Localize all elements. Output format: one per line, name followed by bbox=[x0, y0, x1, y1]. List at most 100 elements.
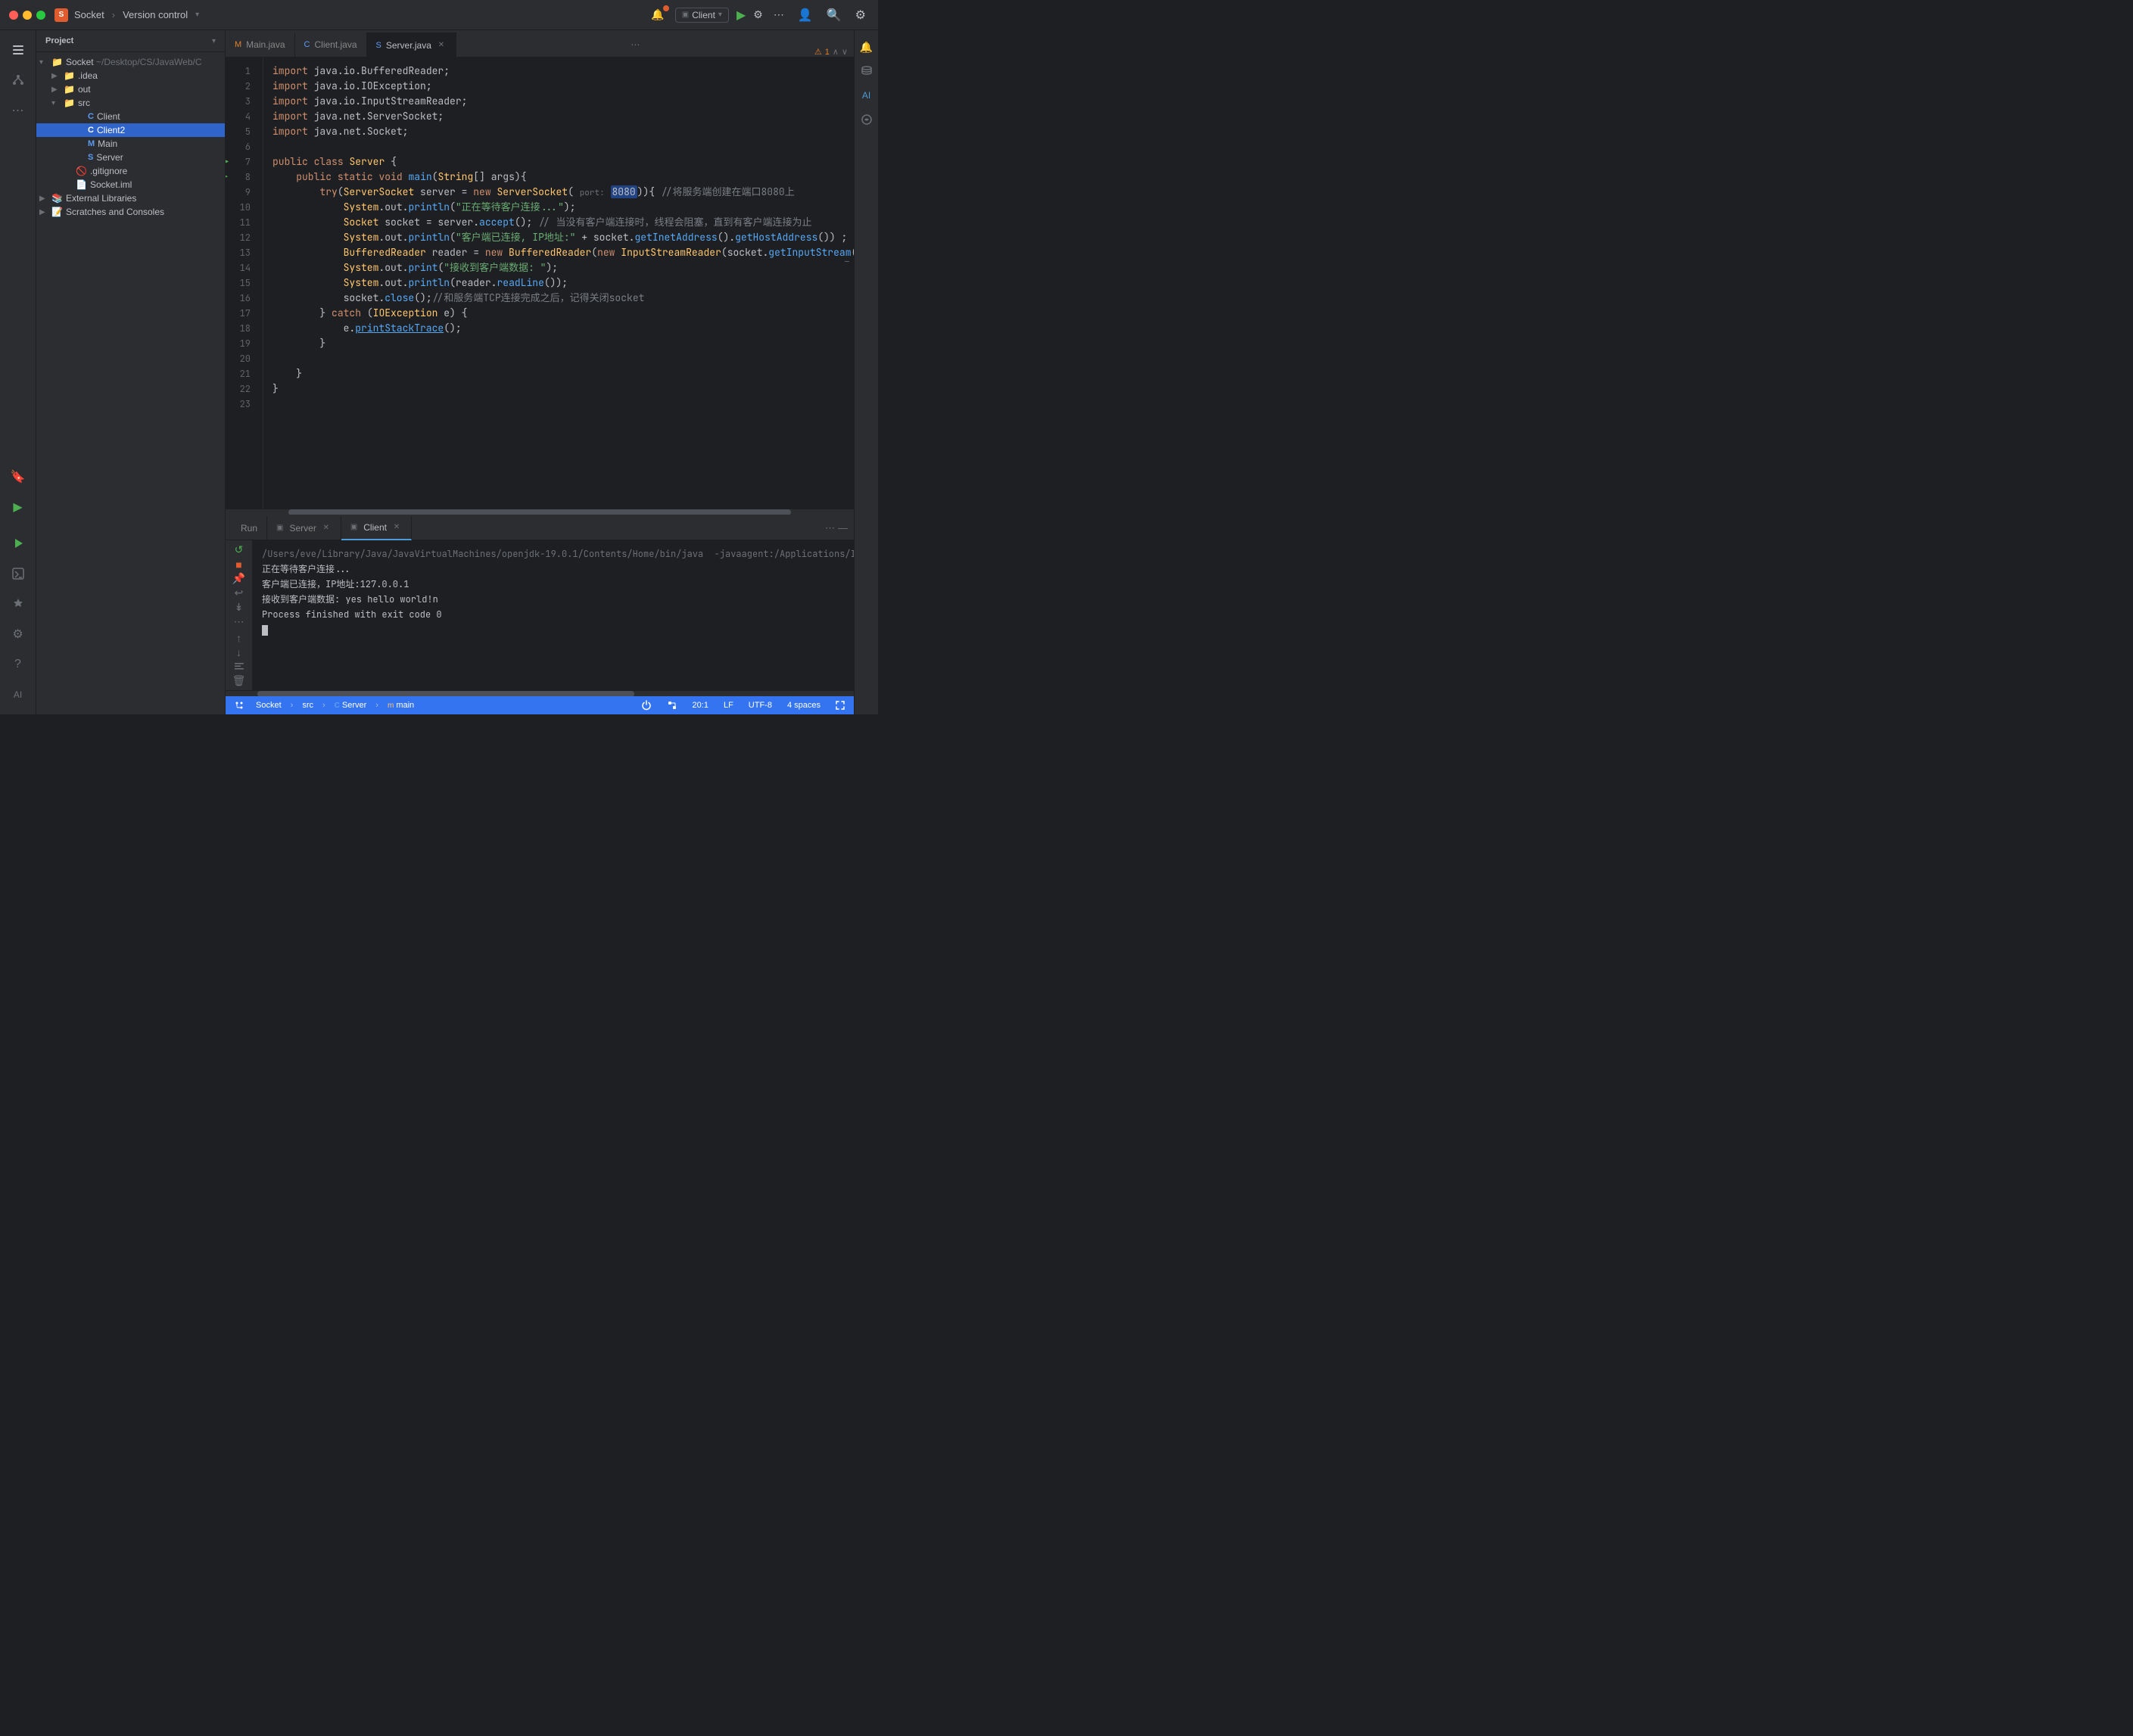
code-line-13: BufferedReader reader = new BufferedRead… bbox=[272, 245, 845, 260]
bottom-horizontal-scrollbar[interactable] bbox=[226, 690, 854, 696]
copilot-icon[interactable] bbox=[856, 109, 877, 130]
line-num-11: 11 bbox=[226, 215, 257, 230]
more-options-icon[interactable]: ⋯ bbox=[771, 7, 787, 23]
tab-server[interactable]: S Server.java ✕ bbox=[367, 33, 456, 57]
tree-item-gitignore[interactable]: 🚫 .gitignore bbox=[36, 164, 225, 178]
status-sep1: › bbox=[291, 701, 294, 710]
debug-button[interactable]: ⚙ bbox=[753, 8, 763, 21]
bottom-tab-server[interactable]: ▣ Server ✕ bbox=[267, 516, 341, 540]
terminal-icon[interactable] bbox=[5, 560, 32, 587]
scroll-up-button[interactable]: ↑ bbox=[229, 631, 250, 644]
tree-item-src[interactable]: ▾ 📁 src bbox=[36, 96, 225, 110]
tab-client-label: Client.java bbox=[314, 39, 357, 50]
restore-button[interactable]: ↩ bbox=[229, 586, 250, 599]
run-configuration[interactable]: ▣ Client ▾ bbox=[675, 8, 729, 23]
code-editor[interactable]: 1 2 3 4 5 6 7 ▶ 8 ▶ 9 10 11 bbox=[226, 58, 854, 509]
scroll-down-button[interactable]: ↓ bbox=[229, 646, 250, 658]
run-more-button[interactable]: ⋯ bbox=[229, 615, 250, 628]
maximize-button[interactable] bbox=[36, 11, 45, 20]
bottom-collapse-icon[interactable]: — bbox=[838, 522, 848, 534]
code-line-9: try(ServerSocket server = new ServerSock… bbox=[272, 185, 845, 200]
line-num-22: 22 bbox=[226, 381, 257, 397]
tab-main[interactable]: M Main.java bbox=[226, 33, 295, 57]
rerun-button[interactable]: ↺ bbox=[229, 543, 250, 556]
status-server-class[interactable]: C Server bbox=[332, 701, 370, 710]
status-git-icon[interactable] bbox=[232, 701, 247, 710]
stop-button[interactable]: ■ bbox=[229, 558, 250, 571]
tree-item-socketiml[interactable]: 📄 Socket.iml bbox=[36, 178, 225, 191]
line-num-16: 16 bbox=[226, 291, 257, 306]
line-num-4: 4 bbox=[226, 109, 257, 124]
fold-icon[interactable]: — bbox=[845, 254, 849, 269]
minimize-button[interactable] bbox=[23, 11, 32, 20]
project-name[interactable]: Socket bbox=[74, 9, 104, 20]
status-vcs-icon[interactable] bbox=[664, 700, 680, 711]
tree-label-client2: Client2 bbox=[97, 125, 125, 135]
tree-item-idea[interactable]: ▶ 📁 .idea bbox=[36, 69, 225, 82]
align-indent-button[interactable] bbox=[229, 660, 250, 673]
pin-tab-button[interactable]: 📌 bbox=[229, 572, 250, 585]
help-icon[interactable]: ? bbox=[5, 651, 32, 678]
bookmarks-icon[interactable]: 🔖 bbox=[5, 463, 32, 490]
notifications-panel-icon[interactable]: 🔔 bbox=[856, 36, 877, 58]
run-output[interactable]: /Users/eve/Library/Java/JavaVirtualMachi… bbox=[253, 540, 854, 690]
settings-icon[interactable]: ⚙ bbox=[852, 6, 869, 24]
notifications-icon[interactable]: 🔔 bbox=[648, 7, 667, 23]
bottom-tab-client[interactable]: ▣ Client ✕ bbox=[341, 516, 412, 540]
status-main-fn[interactable]: m main bbox=[385, 701, 417, 710]
account-icon[interactable]: 👤 bbox=[795, 6, 816, 24]
editor-horizontal-scrollbar[interactable] bbox=[226, 509, 854, 515]
tree-item-extlibs[interactable]: ▶ 📚 External Libraries bbox=[36, 191, 225, 205]
tree-item-scratches[interactable]: ▶ 📝 Scratches and Consoles bbox=[36, 205, 225, 219]
tabs-more-icon[interactable]: ⋯ bbox=[624, 33, 646, 57]
status-power-icon[interactable] bbox=[638, 700, 655, 711]
status-src[interactable]: src bbox=[299, 701, 316, 710]
bottom-tabs-bar: Run ▣ Server ✕ ▣ Client ✕ ⋯ — bbox=[226, 516, 854, 540]
search-icon[interactable]: 🔍 bbox=[824, 6, 845, 24]
server-tab-indicator: ▣ bbox=[276, 524, 283, 532]
run-dot-icon: ▶ bbox=[226, 170, 228, 185]
clear-button[interactable]: 🗑 bbox=[229, 674, 250, 687]
tab-main-label: Main.java bbox=[246, 39, 285, 50]
vcs-label[interactable]: Version control bbox=[123, 9, 188, 20]
ai-assistant-icon[interactable]: AI bbox=[856, 85, 877, 106]
tree-item-server[interactable]: S Server bbox=[36, 151, 225, 164]
sidebar-toggle-icon[interactable] bbox=[5, 36, 32, 64]
run-button[interactable]: ▶ bbox=[736, 8, 746, 23]
scroll-output-button[interactable]: ↡ bbox=[229, 601, 250, 614]
run-debug-icon[interactable]: ▶ bbox=[5, 493, 32, 521]
bottom-more-icon[interactable]: ⋯ bbox=[825, 522, 835, 534]
client-tab-close-icon[interactable]: ✕ bbox=[391, 522, 402, 533]
settings2-icon[interactable]: ⚙ bbox=[5, 621, 32, 648]
status-encoding[interactable]: UTF-8 bbox=[746, 701, 775, 710]
status-expand-icon[interactable] bbox=[833, 701, 848, 710]
warning-chevron-down-icon[interactable]: ∨ bbox=[842, 47, 848, 57]
tab-server-close-icon[interactable]: ✕ bbox=[436, 40, 447, 51]
structure-icon[interactable] bbox=[5, 67, 32, 94]
traffic-lights bbox=[9, 11, 45, 20]
editor-scrollbar-thumb[interactable] bbox=[288, 509, 791, 515]
sidebar-dropdown-icon[interactable]: ▾ bbox=[212, 37, 216, 45]
bottom-run-icon[interactable] bbox=[5, 530, 32, 557]
status-line-endings[interactable]: LF bbox=[721, 701, 736, 710]
file-icon-socketiml: 📄 bbox=[76, 179, 87, 190]
vcs-dropdown-icon[interactable]: ▾ bbox=[195, 11, 199, 19]
build-icon[interactable] bbox=[5, 590, 32, 618]
bottom-run-label[interactable]: Run bbox=[232, 516, 267, 540]
database-icon[interactable] bbox=[856, 61, 877, 82]
plugins-icon[interactable]: ⋯ bbox=[5, 97, 32, 124]
ai-icon[interactable]: AI bbox=[5, 681, 32, 708]
tree-item-root[interactable]: ▾ 📁 Socket ~/Desktop/CS/JavaWeb/C bbox=[36, 55, 225, 69]
tree-item-client[interactable]: C Client bbox=[36, 110, 225, 123]
status-socket[interactable]: Socket bbox=[253, 701, 285, 710]
close-button[interactable] bbox=[9, 11, 18, 20]
tree-item-client2[interactable]: C Client2 bbox=[36, 123, 225, 137]
code-content[interactable]: import java.io.BufferedReader; import ja… bbox=[263, 58, 854, 509]
warning-chevron-up-icon[interactable]: ∧ bbox=[833, 47, 839, 57]
server-tab-close-icon[interactable]: ✕ bbox=[321, 523, 332, 534]
tree-item-out[interactable]: ▶ 📁 out bbox=[36, 82, 225, 96]
tree-item-main[interactable]: M Main bbox=[36, 137, 225, 151]
status-cursor-position[interactable]: 20:1 bbox=[690, 701, 712, 710]
tab-client[interactable]: C Client.java bbox=[295, 33, 367, 57]
status-indent[interactable]: 4 spaces bbox=[784, 701, 824, 710]
